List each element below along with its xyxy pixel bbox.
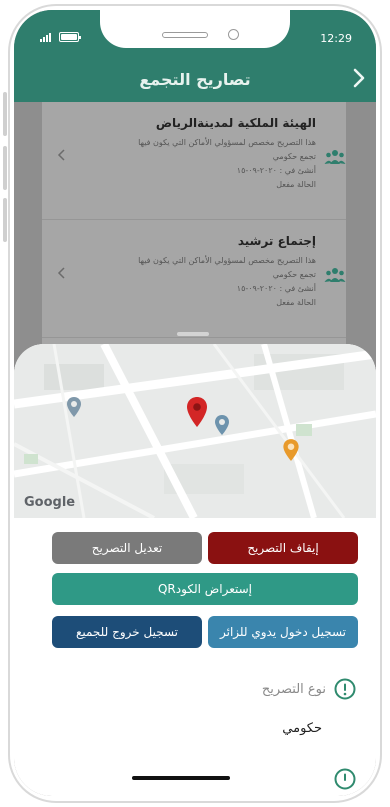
permit-type-label: نوع التصريح bbox=[261, 681, 326, 697]
permit-bottom-sheet: Google إيقاف التصريح تعديل التصريح إستعر… bbox=[14, 344, 376, 796]
chevron-right-icon[interactable] bbox=[346, 66, 370, 90]
permit-description: هذا التصريح مخصص لمسؤولي الأماكن التي يك… bbox=[138, 138, 316, 147]
chevron-left-icon bbox=[57, 149, 65, 161]
signal-icon bbox=[40, 32, 51, 42]
show-qr-button[interactable]: إستعراض الكودQR bbox=[52, 573, 358, 605]
info-circle-icon bbox=[334, 678, 356, 700]
battery-icon bbox=[59, 32, 81, 42]
permit-type-row: نوع التصريح bbox=[262, 678, 356, 700]
checkout-all-button[interactable]: تسجيل خروج للجميع bbox=[52, 616, 202, 648]
sheet-drag-handle[interactable] bbox=[177, 332, 209, 336]
status-time: 12:29 bbox=[320, 32, 352, 45]
permit-details: هذا التصريح مخصص لمسؤولي الأماكن التي يك… bbox=[86, 254, 316, 310]
home-indicator[interactable] bbox=[132, 776, 230, 780]
app-header: 12:29 تصاريح التجمع bbox=[14, 10, 376, 102]
permit-name: إجتماع ترشيد bbox=[237, 234, 316, 248]
permit-status: الحالة مفعل bbox=[276, 180, 316, 189]
map-view[interactable]: Google bbox=[14, 344, 376, 518]
info-circle-icon bbox=[334, 768, 356, 790]
map-roads bbox=[14, 344, 376, 518]
camera-icon bbox=[228, 29, 239, 40]
manual-checkin-button[interactable]: تسجيل دخول يدوي للزائر bbox=[208, 616, 358, 648]
phone-side-button-1 bbox=[3, 92, 7, 136]
permit-created: أنشئ في : ٢٠٢٠-٠٩-١٥ bbox=[236, 166, 316, 175]
phone-side-button-2 bbox=[3, 146, 7, 190]
google-logo: Google bbox=[24, 495, 76, 510]
map-place-icon bbox=[67, 397, 81, 417]
phone-side-button-3 bbox=[3, 198, 7, 242]
permit-status: الحالة مفعل bbox=[276, 298, 316, 307]
phone-screen: 12:29 تصاريح التجمع الهيئة الملكية لمدين… bbox=[14, 10, 376, 796]
permit-card[interactable]: إجتماع ترشيد هذا التصريح مخصص لمسؤولي ال… bbox=[42, 220, 346, 338]
permit-description-cont: تجمع حكومي bbox=[272, 152, 316, 161]
map-pin-icon[interactable] bbox=[186, 396, 208, 428]
permit-name: الهيئة الملكية لمدينةالرياض bbox=[155, 116, 316, 130]
map-place-icon bbox=[283, 439, 299, 461]
edit-permit-button[interactable]: تعديل التصريح bbox=[52, 532, 202, 564]
permit-details: هذا التصريح مخصص لمسؤولي الأماكن التي يك… bbox=[86, 136, 316, 192]
group-icon bbox=[324, 268, 346, 282]
map-place-icon bbox=[215, 415, 229, 435]
page-title: تصاريح التجمع bbox=[139, 70, 251, 89]
phone-notch bbox=[100, 10, 290, 48]
permit-type-value: حكومي bbox=[282, 721, 322, 736]
speaker-icon bbox=[162, 32, 208, 38]
permit-card[interactable]: الهيئة الملكية لمدينةالرياض هذا التصريح … bbox=[42, 102, 346, 220]
permit-description-cont: تجمع حكومي bbox=[272, 270, 316, 279]
group-icon bbox=[324, 150, 346, 164]
status-indicators bbox=[40, 32, 81, 42]
permit-description: هذا التصريح مخصص لمسؤولي الأماكن التي يك… bbox=[138, 256, 316, 265]
chevron-left-icon bbox=[57, 267, 65, 279]
permit-list: الهيئة الملكية لمدينةالرياض هذا التصريح … bbox=[42, 102, 346, 352]
permit-created: أنشئ في : ٢٠٢٠-٠٩-١٥ bbox=[236, 284, 316, 293]
stop-permit-button[interactable]: إيقاف التصريح bbox=[208, 532, 358, 564]
